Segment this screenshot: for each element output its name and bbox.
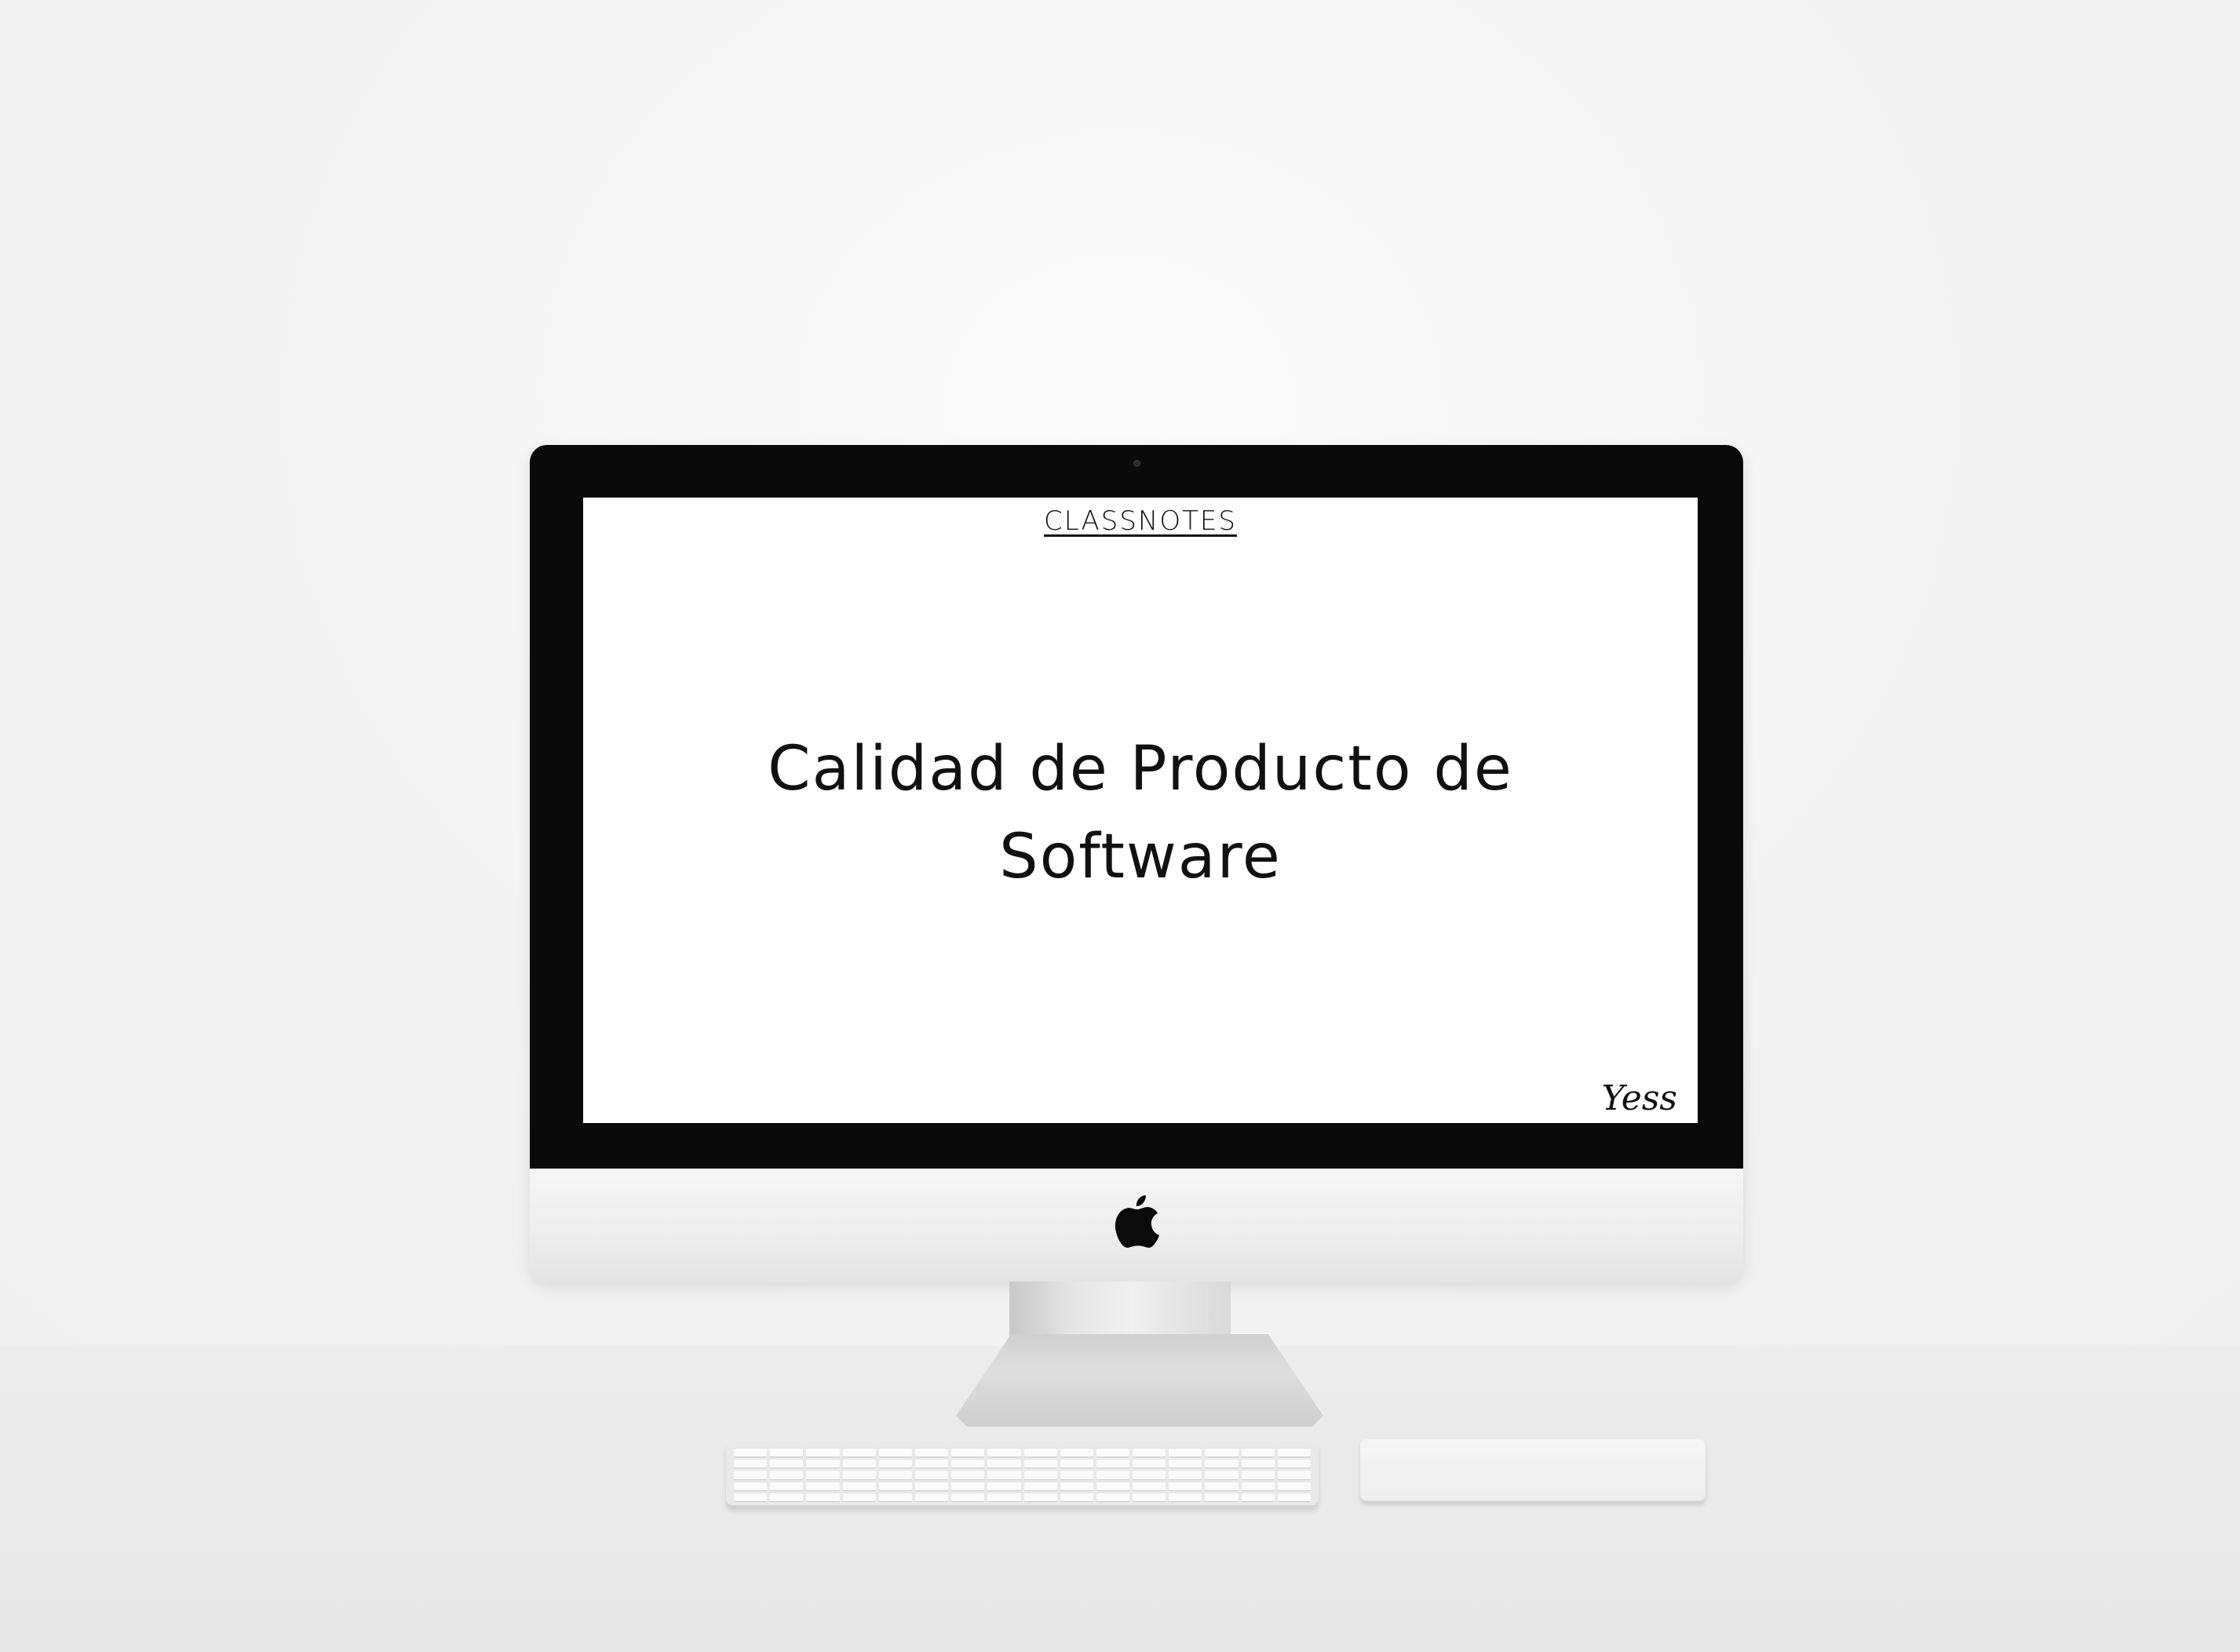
keyboard-key[interactable] — [1169, 1493, 1202, 1501]
keyboard-key[interactable] — [987, 1460, 1021, 1468]
keyboard-key[interactable] — [842, 1460, 876, 1468]
trackpad[interactable] — [1360, 1439, 1706, 1502]
keyboard-key[interactable] — [1277, 1493, 1311, 1501]
stand-foot — [956, 1334, 1323, 1427]
keyboard-key[interactable] — [1205, 1471, 1239, 1479]
keyboard-key[interactable] — [770, 1493, 804, 1501]
keyboard-key[interactable] — [1133, 1482, 1166, 1490]
keyboard-key[interactable] — [878, 1482, 912, 1490]
keyboard-key[interactable] — [1169, 1471, 1202, 1479]
keyboard-key[interactable] — [1241, 1449, 1275, 1457]
keyboard-key[interactable] — [734, 1449, 768, 1457]
keyboard-key[interactable] — [951, 1460, 985, 1468]
keyboard-key[interactable] — [1023, 1471, 1057, 1479]
keyboard-key[interactable] — [1205, 1460, 1239, 1468]
keyboard-key[interactable] — [1096, 1460, 1130, 1468]
keyboard-key[interactable] — [1205, 1482, 1239, 1490]
keyboard-key[interactable] — [806, 1471, 840, 1479]
keyboard-key[interactable] — [1241, 1482, 1275, 1490]
keyboard-key[interactable] — [1023, 1482, 1057, 1490]
keyboard-key[interactable] — [734, 1482, 768, 1490]
keyboard-key[interactable] — [878, 1449, 912, 1457]
keyboard-key[interactable] — [806, 1449, 840, 1457]
keyboard-key[interactable] — [1205, 1493, 1239, 1501]
keyboard-key[interactable] — [914, 1449, 949, 1457]
keyboard-key[interactable] — [770, 1460, 804, 1468]
keyboard-key[interactable] — [1241, 1460, 1275, 1468]
keyboard-key[interactable] — [1096, 1482, 1130, 1490]
keyboard-key[interactable] — [734, 1460, 768, 1468]
apple-logo-icon — [1115, 1195, 1159, 1248]
author-signature: Yess — [1601, 1078, 1677, 1118]
keyboard-key[interactable] — [842, 1482, 876, 1490]
keyboard-key[interactable] — [1133, 1471, 1166, 1479]
keyboard-key[interactable] — [1277, 1460, 1311, 1468]
site-name: CLASSNOTES — [1044, 505, 1237, 537]
keyboard-key[interactable] — [842, 1493, 876, 1501]
keyboard-key[interactable] — [1277, 1471, 1311, 1479]
keyboard-key[interactable] — [734, 1493, 768, 1501]
keyboard-key[interactable] — [914, 1460, 949, 1468]
keyboard-key[interactable] — [1023, 1493, 1057, 1501]
keyboard-key[interactable] — [1096, 1449, 1130, 1457]
keyboard-key[interactable] — [770, 1482, 804, 1490]
keyboard-key[interactable] — [842, 1449, 876, 1457]
camera-icon — [1133, 460, 1140, 467]
keyboard-key[interactable] — [1133, 1493, 1166, 1501]
keyboard-key[interactable] — [1241, 1493, 1275, 1501]
keyboard-key[interactable] — [878, 1471, 912, 1479]
keyboard-key[interactable] — [734, 1471, 768, 1479]
keyboard-key[interactable] — [1096, 1493, 1130, 1501]
keyboard-key[interactable] — [1169, 1482, 1202, 1490]
keyboard-key[interactable] — [770, 1449, 804, 1457]
keyboard-key[interactable] — [1277, 1449, 1311, 1457]
keyboard-key[interactable] — [842, 1471, 876, 1479]
keyboard-key[interactable] — [806, 1482, 840, 1490]
keyboard-key[interactable] — [987, 1471, 1021, 1479]
keyboard-key[interactable] — [1060, 1493, 1093, 1501]
imac-monitor: CLASSNOTES Calidad de Producto de Softwa… — [530, 445, 1743, 1282]
page-title: Calidad de Producto de Software — [768, 734, 1513, 892]
keyboard-key[interactable] — [806, 1493, 840, 1501]
keyboard-key[interactable] — [1023, 1449, 1057, 1457]
monitor-bezel: CLASSNOTES Calidad de Producto de Softwa… — [530, 445, 1743, 1169]
keyboard-key[interactable] — [1169, 1449, 1202, 1457]
keyboard-key[interactable] — [1096, 1471, 1130, 1479]
keyboard-key[interactable] — [1133, 1449, 1166, 1457]
keyboard-key[interactable] — [1241, 1471, 1275, 1479]
keyboard-key[interactable] — [951, 1493, 985, 1501]
keyboard-key[interactable] — [987, 1493, 1021, 1501]
monitor-screen: CLASSNOTES Calidad de Producto de Softwa… — [583, 498, 1698, 1123]
keyboard-key[interactable] — [806, 1460, 840, 1468]
keyboard-key[interactable] — [1060, 1482, 1093, 1490]
keyboard-key[interactable] — [1133, 1460, 1166, 1468]
keyboard-key[interactable] — [1060, 1460, 1093, 1468]
keyboard-key[interactable] — [951, 1482, 985, 1490]
keyboard-key[interactable] — [1060, 1449, 1093, 1457]
monitor-chin — [530, 1169, 1743, 1282]
keyboard-key[interactable] — [914, 1482, 949, 1490]
keyboard[interactable] — [726, 1442, 1319, 1508]
keyboard-key[interactable] — [987, 1482, 1021, 1490]
keyboard-key[interactable] — [1060, 1471, 1093, 1479]
keyboard-key[interactable] — [878, 1493, 912, 1501]
keyboard-key[interactable] — [1169, 1460, 1202, 1468]
keyboard-key[interactable] — [1205, 1449, 1239, 1457]
keyboard-key[interactable] — [951, 1471, 985, 1479]
keyboard-key[interactable] — [770, 1471, 804, 1479]
keyboard-key[interactable] — [914, 1493, 949, 1501]
keyboard-key[interactable] — [914, 1471, 949, 1479]
keyboard-key[interactable] — [1277, 1482, 1311, 1490]
keyboard-key[interactable] — [878, 1460, 912, 1468]
keyboard-key[interactable] — [1023, 1460, 1057, 1468]
keyboard-key[interactable] — [987, 1449, 1021, 1457]
keyboard-key[interactable] — [951, 1449, 985, 1457]
